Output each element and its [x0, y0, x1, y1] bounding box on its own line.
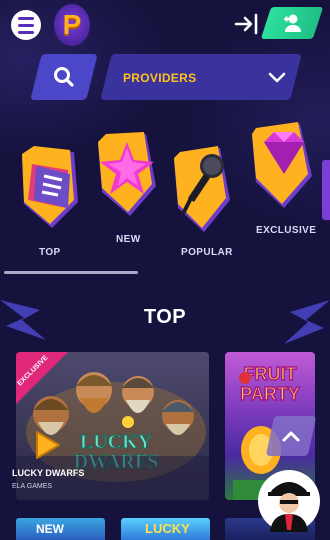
category-label-exclusive: EXCLUSIVE: [256, 225, 317, 236]
game-name: LUCKY DWARFS: [12, 468, 85, 478]
add-user-icon: [284, 14, 301, 32]
section-title: TOP: [143, 306, 187, 328]
category-label-top: TOP: [39, 247, 61, 258]
bottom-card-1-text: NEW: [36, 522, 64, 536]
category-exclusive[interactable]: [248, 122, 318, 232]
hamburger-menu-icon[interactable]: [11, 10, 41, 40]
register-button[interactable]: [260, 7, 324, 39]
bottom-card-2-text: LUCKY: [145, 521, 190, 536]
category-label-popular: POPULAR: [181, 247, 233, 258]
game-card-bottom-2[interactable]: LUCKY: [121, 518, 210, 540]
login-icon[interactable]: [234, 12, 260, 36]
category-top[interactable]: [18, 142, 82, 262]
providers-label: PROVIDERS: [123, 71, 197, 85]
art-title-1: LUCKY: [80, 431, 153, 453]
fruit-art-title-1: FRUIT: [244, 364, 297, 384]
game-card-bottom-1[interactable]: NEW: [16, 518, 105, 540]
play-icon[interactable]: [35, 430, 61, 460]
chevron-down-icon[interactable]: [268, 71, 286, 85]
category-label-new: NEW: [116, 234, 141, 245]
logo-letter: P: [62, 9, 82, 40]
search-button[interactable]: [30, 54, 98, 100]
top-bar: P: [0, 0, 330, 50]
category-partial-next[interactable]: [322, 160, 330, 220]
search-icon: [54, 67, 74, 87]
scroll-to-top-button[interactable]: [265, 416, 317, 456]
fruit-art-title-2: PARTY: [240, 384, 300, 404]
brand-logo[interactable]: P: [54, 4, 90, 46]
category-popular[interactable]: [170, 146, 236, 256]
category-scrollbar[interactable]: [4, 271, 138, 274]
chevron-up-icon: [282, 431, 300, 442]
document-shield-icon: [22, 146, 78, 228]
support-avatar[interactable]: [258, 470, 320, 532]
agent-avatar-icon: [268, 482, 310, 532]
microphone-shield-icon: [174, 146, 230, 232]
diamond-shield-icon: [252, 122, 312, 208]
game-provider: ELA GAMES: [12, 483, 53, 490]
star-shield-icon: [98, 132, 156, 216]
category-new[interactable]: [94, 130, 160, 240]
